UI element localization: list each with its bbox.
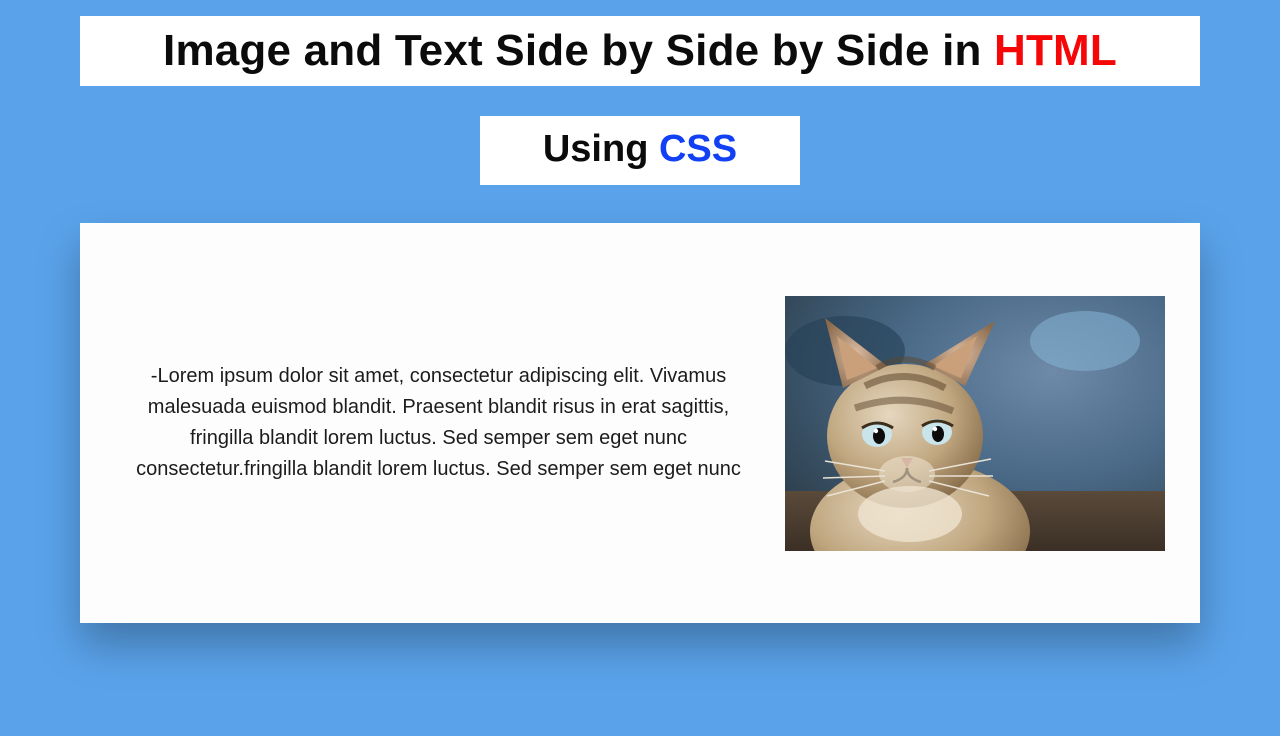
subtitle-text: Using CSS — [543, 128, 737, 170]
subtitle-accent: CSS — [659, 128, 737, 170]
title-text: Image and Text Side by Side by Side in H… — [163, 26, 1117, 75]
card-image — [785, 296, 1165, 551]
subtitle-box: Using CSS — [480, 116, 800, 185]
card-paragraph: -Lorem ipsum dolor sit amet, consectetur… — [110, 361, 767, 485]
title-accent: HTML — [994, 26, 1117, 75]
title-plain: Image and Text Side by Side by Side in — [163, 26, 994, 75]
content-card: -Lorem ipsum dolor sit amet, consectetur… — [80, 223, 1200, 623]
title-box: Image and Text Side by Side by Side in H… — [80, 16, 1200, 86]
subtitle-plain: Using — [543, 128, 659, 170]
